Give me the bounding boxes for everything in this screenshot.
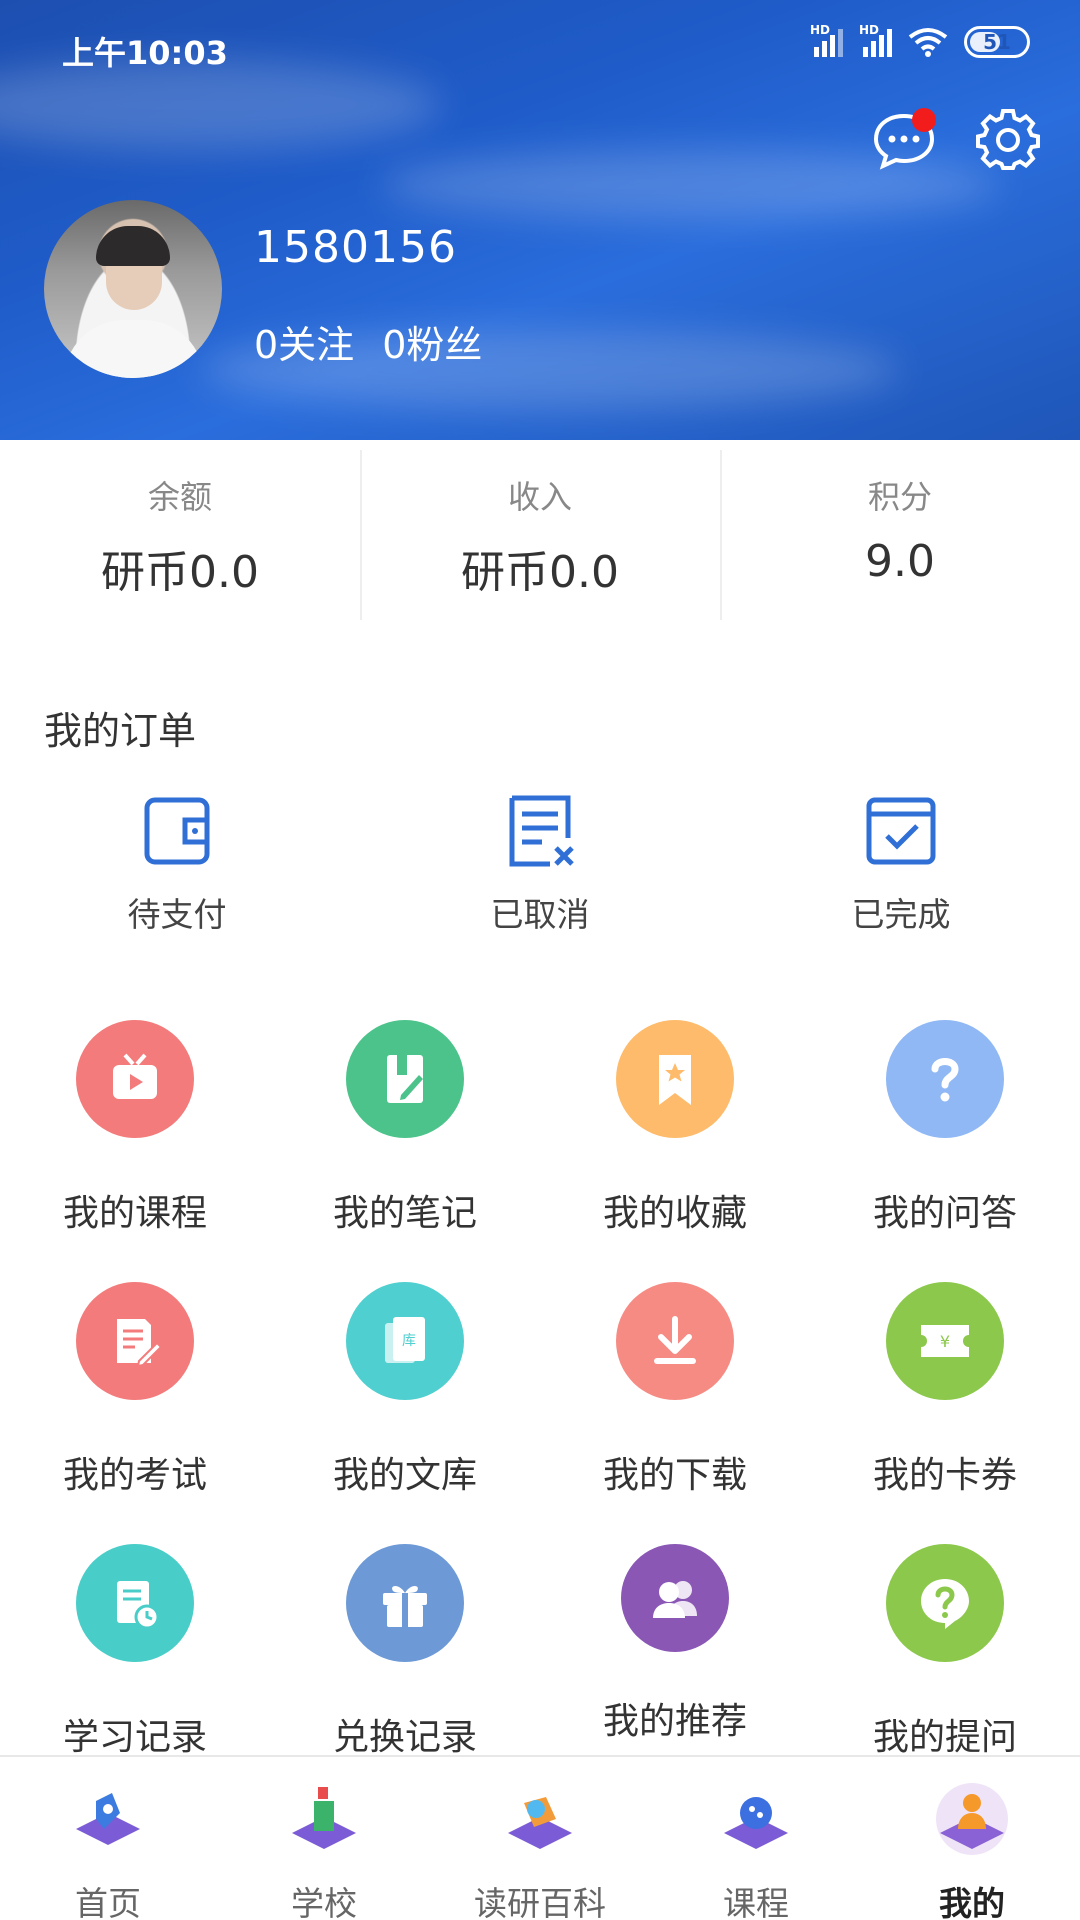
- gear-icon: [976, 109, 1040, 170]
- signal-icon: HD: [810, 23, 843, 57]
- notebook-pen-icon: [346, 1020, 464, 1138]
- bottom-tab-bar: 首页 学校 读研百科 课程 我的: [0, 1755, 1080, 1920]
- cancelled-doc-icon: [509, 795, 574, 867]
- tab-label: 学校: [291, 1884, 357, 1920]
- follow-stats: 0关注 0粉丝: [254, 314, 482, 369]
- stat-value: 研币0.0: [461, 547, 619, 598]
- grid-item-label: 我的推荐: [602, 1701, 747, 1742]
- status-time: 上午10:03: [62, 34, 228, 72]
- study-record-icon: [76, 1544, 194, 1662]
- order-cancelled[interactable]: 已取消: [440, 790, 640, 936]
- profile-header: 上午10:03 HD HD 51 1580156 0关注 0粉丝: [0, 0, 1080, 440]
- grid-item-label: 我的卡券: [872, 1455, 1017, 1496]
- signal-icon: HD: [859, 23, 892, 57]
- order-completed[interactable]: 已完成: [801, 790, 1001, 936]
- question-icon: [886, 1020, 1004, 1138]
- battery-icon: 51: [964, 26, 1030, 58]
- tab-school[interactable]: 学校: [216, 1757, 432, 1920]
- grid-item-label: 我的下载: [602, 1455, 747, 1496]
- stat-label: 余额: [147, 478, 212, 516]
- grid-item-my-notes[interactable]: 我的笔记: [270, 1020, 540, 1236]
- users-icon: [621, 1544, 729, 1652]
- fans-count[interactable]: 0粉丝: [382, 314, 482, 369]
- username: 1580156: [254, 222, 457, 273]
- grid-item-my-exams[interactable]: 我的考试: [0, 1282, 270, 1498]
- grid-item-label: 我的笔记: [332, 1193, 477, 1234]
- avatar[interactable]: [44, 200, 222, 378]
- grid-item-my-library[interactable]: 库 我的文库: [270, 1282, 540, 1498]
- stat-balance[interactable]: 余额 研币0.0: [0, 440, 360, 630]
- orders-title: 我的订单: [44, 709, 197, 753]
- wallet-icon: [144, 797, 210, 865]
- bookmark-star-icon: [616, 1020, 734, 1138]
- grid-item-my-courses[interactable]: 我的课程: [0, 1020, 270, 1236]
- tab-label: 课程: [723, 1884, 789, 1920]
- grid-item-label: 兑换记录: [332, 1717, 477, 1758]
- wifi-icon: [908, 28, 948, 57]
- question-bubble-icon: [886, 1544, 1004, 1662]
- grid-item-my-favorites[interactable]: 我的收藏: [540, 1020, 810, 1236]
- grid-item-my-coupons[interactable]: ¥ 我的卡券: [810, 1282, 1080, 1498]
- svg-text:库: 库: [402, 1333, 416, 1349]
- grid-item-label: 我的收藏: [602, 1193, 747, 1234]
- tab-label: 首页: [75, 1884, 141, 1920]
- library-book-icon: 库: [346, 1282, 464, 1400]
- grid-item-label: 我的考试: [62, 1455, 207, 1496]
- school-tab-icon: [292, 1787, 356, 1849]
- stat-value: 研币0.0: [101, 547, 259, 598]
- profile-tab-icon: [936, 1783, 1008, 1855]
- account-stats: 余额 研币0.0 收入 研币0.0 积分 9.0: [0, 440, 1080, 630]
- order-label: 待支付: [127, 895, 227, 934]
- tv-play-icon: [76, 1020, 194, 1138]
- battery-level: 51: [983, 30, 1011, 54]
- grid-item-label: 我的课程: [62, 1193, 207, 1234]
- stat-points[interactable]: 积分 9.0: [720, 440, 1080, 630]
- encyclopedia-tab-icon: [508, 1797, 572, 1849]
- order-pending-payment[interactable]: 待支付: [77, 790, 277, 936]
- order-label: 已取消: [490, 895, 590, 934]
- grid-item-my-referrals[interactable]: 我的推荐: [540, 1544, 810, 1744]
- grid-item-my-qa[interactable]: 我的问答: [810, 1020, 1080, 1236]
- stat-label: 收入: [507, 478, 572, 516]
- stat-label: 积分: [867, 478, 932, 516]
- following-count[interactable]: 0关注: [254, 314, 354, 369]
- stat-value: 9.0: [865, 536, 935, 587]
- exam-pen-icon: [76, 1282, 194, 1400]
- notification-dot: [912, 108, 936, 132]
- tab-courses[interactable]: 课程: [648, 1757, 864, 1920]
- grid-item-label: 学习记录: [62, 1717, 207, 1758]
- grid-item-exchange-record[interactable]: 兑换记录: [270, 1544, 540, 1760]
- tab-label: 读研百科: [474, 1884, 606, 1920]
- grid-item-my-downloads[interactable]: 我的下载: [540, 1282, 810, 1498]
- grid-item-label: 我的文库: [332, 1455, 477, 1496]
- course-tab-icon: [724, 1797, 788, 1849]
- grid-item-label: 我的问答: [872, 1193, 1017, 1234]
- calendar-check-icon: [866, 797, 936, 865]
- orders-row: 待支付 已取消 已完成: [0, 790, 1080, 940]
- status-icons: HD HD 51: [810, 23, 1030, 58]
- tab-encyclopedia[interactable]: 读研百科: [432, 1757, 648, 1920]
- home-tab-icon: [76, 1793, 140, 1845]
- settings-button[interactable]: [976, 108, 1040, 172]
- status-bar: 上午10:03 HD HD 51: [0, 0, 1080, 96]
- download-icon: [616, 1282, 734, 1400]
- order-label: 已完成: [851, 895, 951, 934]
- coupon-icon: ¥: [886, 1282, 1004, 1400]
- header-actions: [872, 108, 1040, 172]
- svg-text:¥: ¥: [940, 1332, 950, 1351]
- grid-item-my-questions[interactable]: 我的提问: [810, 1544, 1080, 1760]
- grid-item-study-record[interactable]: 学习记录: [0, 1544, 270, 1760]
- tab-home[interactable]: 首页: [0, 1757, 216, 1920]
- grid-item-label: 我的提问: [872, 1717, 1017, 1758]
- tab-label: 我的: [939, 1884, 1005, 1920]
- tab-profile[interactable]: 我的: [864, 1757, 1080, 1920]
- message-button[interactable]: [872, 108, 936, 172]
- gift-icon: [346, 1544, 464, 1662]
- stat-income[interactable]: 收入 研币0.0: [360, 440, 720, 630]
